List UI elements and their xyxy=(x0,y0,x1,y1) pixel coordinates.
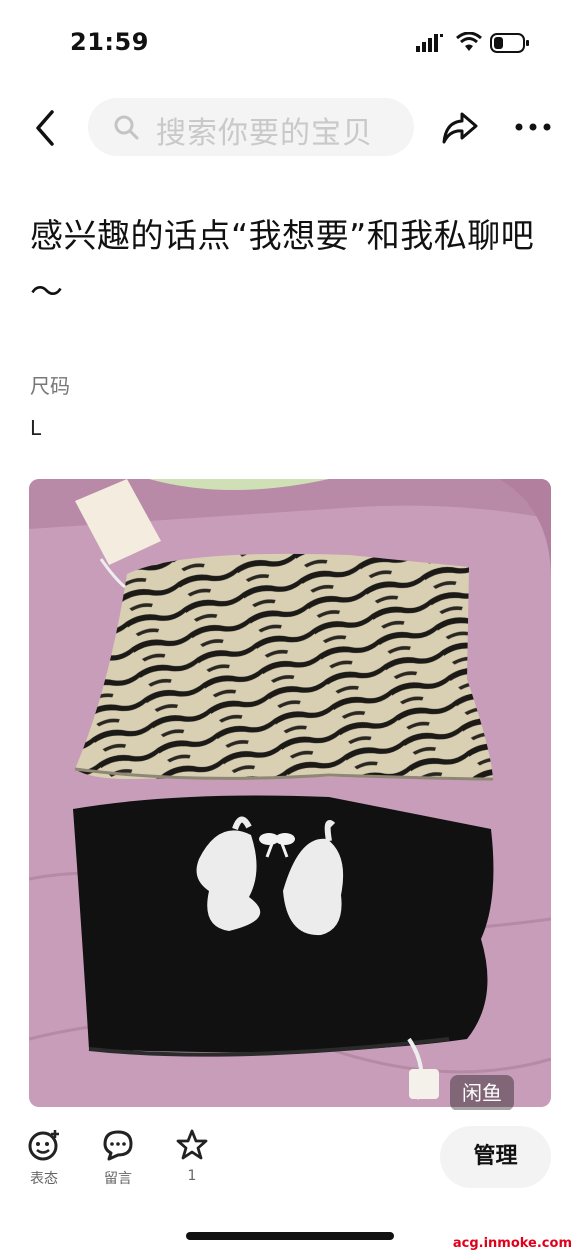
back-icon[interactable] xyxy=(30,108,60,148)
product-image xyxy=(29,479,551,1107)
xianyu-watermark: 闲鱼 xyxy=(450,1075,514,1111)
star-icon xyxy=(176,1129,208,1160)
signal-icon xyxy=(416,34,443,52)
favorite-count: 1 xyxy=(187,1168,197,1184)
battery-icon xyxy=(490,33,529,53)
search-icon xyxy=(114,115,139,140)
search-placeholder: 搜索你要的宝贝 xyxy=(156,116,373,151)
react-button[interactable]: 表态 xyxy=(14,1128,74,1188)
favorite-button[interactable]: 1 xyxy=(162,1128,222,1184)
top-nav: 搜索你要的宝贝 xyxy=(0,96,580,160)
react-label: 表态 xyxy=(30,1171,58,1187)
more-icon[interactable] xyxy=(514,122,552,132)
comment-label: 留言 xyxy=(104,1171,132,1187)
manage-button[interactable]: 管理 xyxy=(440,1126,551,1188)
comment-icon xyxy=(103,1130,133,1161)
product-photo[interactable] xyxy=(29,479,551,1107)
status-bar: 21:59 xyxy=(0,0,580,88)
home-indicator[interactable] xyxy=(186,1232,394,1240)
share-icon[interactable] xyxy=(440,108,480,148)
wifi-icon xyxy=(456,32,482,51)
status-time: 21:59 xyxy=(70,28,149,56)
site-watermark: acg.inmoke.com xyxy=(452,1236,572,1251)
smile-icon xyxy=(28,1130,59,1161)
comment-button[interactable]: 留言 xyxy=(88,1128,148,1188)
item-description: 感兴趣的话点“我想要”和我私聊吧～ xyxy=(30,216,535,311)
size-value: L xyxy=(30,416,42,440)
search-input[interactable]: 搜索你要的宝贝 xyxy=(88,98,414,156)
size-label: 尺码 xyxy=(30,374,70,398)
